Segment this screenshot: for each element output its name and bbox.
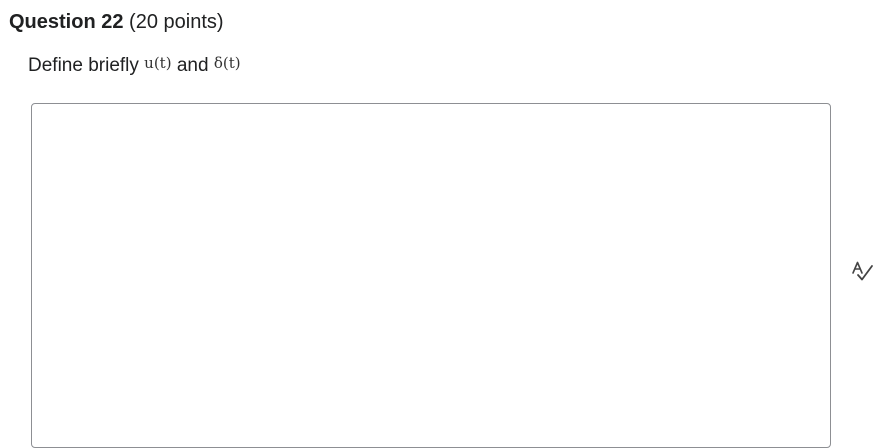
math-delta-function: δ(t): [213, 54, 241, 72]
question-number: Question 22: [9, 11, 124, 33]
answer-text-area[interactable]: [31, 103, 831, 448]
math-unit-step: u(t): [144, 54, 172, 72]
question-prompt: Define briefly u(t) and δ(t): [28, 53, 241, 79]
question-points: (20 points): [129, 11, 224, 33]
prompt-text-prefix: Define briefly: [28, 55, 139, 76]
question-header: Question 22 (20 points): [9, 9, 224, 35]
prompt-text-connector: and: [176, 55, 209, 76]
spellcheck-icon[interactable]: [850, 260, 873, 282]
